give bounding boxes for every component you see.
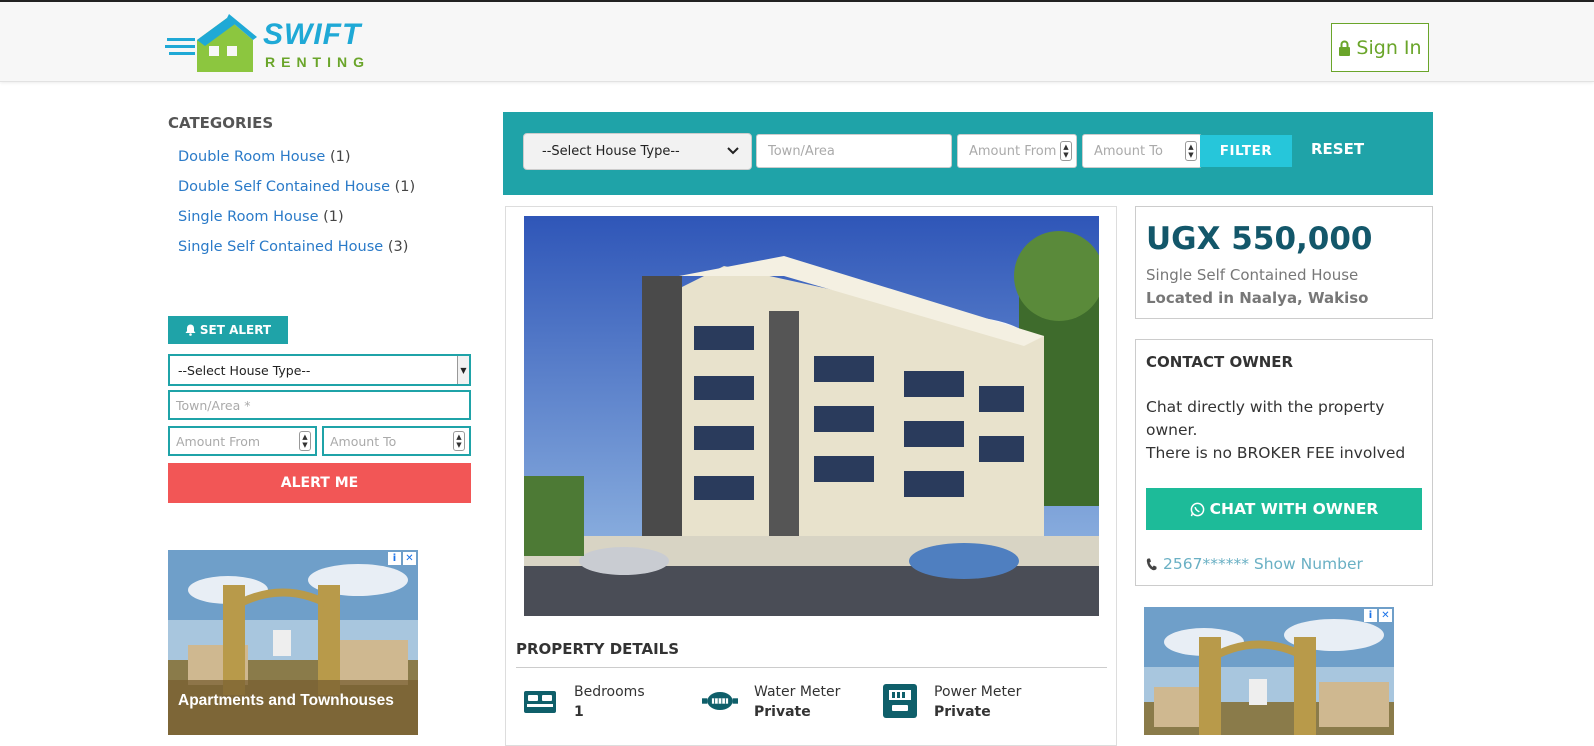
house-logo-icon	[165, 14, 257, 72]
amount-from-placeholder: Amount From	[969, 143, 1057, 159]
feature-bedrooms: Bedrooms 1	[522, 682, 645, 722]
category-item: Single Room House (1)	[178, 209, 415, 239]
logo-subtitle: RENTING	[265, 54, 370, 70]
alert-house-type-select[interactable]: --Select House Type-- ▼	[168, 354, 471, 386]
alert-amount-from-placeholder: Amount From	[176, 433, 261, 449]
filter-button[interactable]: FILTER	[1200, 135, 1292, 167]
chat-button-label: CHAT WITH OWNER	[1209, 500, 1379, 518]
water-meter-icon	[702, 682, 738, 720]
navbar: SWIFT RENTING Sign In	[0, 2, 1594, 82]
category-item: Double Room House (1)	[178, 149, 415, 179]
phone-icon	[1146, 558, 1157, 570]
filter-bar: --Select House Type-- Town/Area Amount F…	[503, 112, 1433, 195]
whatsapp-icon	[1190, 502, 1204, 516]
property-details-heading: PROPERTY DETAILS	[516, 640, 680, 658]
feature-value: Private	[934, 704, 991, 720]
alert-house-type-value: --Select House Type--	[178, 362, 311, 378]
advertisement-left[interactable]: Apartments and Townhouses i ✕	[168, 550, 418, 735]
price-card: UGX 550,000 Single Self Contained House …	[1135, 206, 1433, 319]
feature-value: 1	[574, 704, 584, 720]
feature-label: Power Meter	[934, 684, 1022, 700]
lock-icon	[1339, 40, 1351, 56]
ad-controls: i ✕	[1364, 609, 1392, 622]
amount-from-input[interactable]: Amount From ▲ ▼	[957, 134, 1077, 168]
category-link-single-self-contained[interactable]: Single Self Contained House	[178, 239, 383, 255]
ad-close-icon[interactable]: ✕	[403, 552, 416, 565]
number-spinner-icon[interactable]: ▲ ▼	[1060, 141, 1072, 161]
logo-wordmark: SWIFT	[263, 18, 362, 51]
feature-label: Bedrooms	[574, 684, 645, 700]
number-spinner-icon[interactable]: ▲ ▼	[453, 431, 465, 451]
sign-in-label: Sign In	[1356, 36, 1422, 59]
amount-to-input[interactable]: Amount To ▲ ▼	[1082, 134, 1202, 168]
category-link-double-room[interactable]: Double Room House	[178, 149, 325, 165]
chat-with-owner-button[interactable]: CHAT WITH OWNER	[1146, 488, 1422, 530]
ad-controls: i ✕	[388, 552, 416, 565]
contact-heading: CONTACT OWNER	[1146, 353, 1294, 371]
contact-description: Chat directly with the property owner. T…	[1146, 396, 1426, 465]
house-type-value: --Select House Type--	[542, 144, 680, 159]
phone-number-label: 2567****** Show Number	[1163, 555, 1363, 573]
ad-info-icon[interactable]: i	[388, 552, 401, 565]
property-image	[524, 216, 1099, 616]
category-item: Single Self Contained House (3)	[178, 239, 415, 269]
contact-owner-card: CONTACT OWNER Chat directly with the pro…	[1135, 339, 1433, 586]
contact-line-1: Chat directly with the property owner.	[1146, 398, 1385, 439]
feature-water-meter: Water Meter Private	[702, 682, 840, 722]
listing-type: Single Self Contained House	[1146, 266, 1359, 284]
alert-amount-to-input[interactable]: Amount To ▲ ▼	[322, 426, 471, 456]
category-count: (1)	[394, 179, 416, 195]
chevron-down-icon: ▼	[457, 356, 469, 384]
bell-icon	[185, 324, 196, 336]
ad-info-icon[interactable]: i	[1364, 609, 1377, 622]
town-area-input[interactable]: Town/Area	[756, 134, 952, 168]
feature-label: Water Meter	[754, 684, 841, 700]
power-meter-icon	[882, 682, 918, 720]
show-number-link[interactable]: 2567****** Show Number	[1146, 555, 1363, 573]
category-link-single-room[interactable]: Single Room House	[178, 209, 319, 225]
house-type-select[interactable]: --Select House Type--	[523, 133, 752, 170]
alert-town-input[interactable]: Town/Area *	[168, 390, 471, 420]
set-alert-label: SET ALERT	[199, 323, 272, 337]
reset-button[interactable]: RESET	[1311, 140, 1364, 158]
ad-image	[1144, 607, 1394, 735]
feature-value: Private	[754, 704, 811, 720]
site-logo[interactable]: SWIFT RENTING	[165, 10, 380, 76]
number-spinner-icon[interactable]: ▲ ▼	[1185, 141, 1197, 161]
property-photo[interactable]	[524, 216, 1099, 616]
alert-amount-from-input[interactable]: Amount From ▲ ▼	[168, 426, 317, 456]
ad-close-icon[interactable]: ✕	[1379, 609, 1392, 622]
listing-card: PROPERTY DETAILS Bedrooms 1 Water Meter …	[505, 206, 1117, 746]
contact-line-2: There is no BROKER FEE involved	[1146, 444, 1406, 462]
alert-amount-to-placeholder: Amount To	[330, 433, 397, 449]
listing-location: Located in Naalya, Wakiso	[1146, 289, 1369, 307]
chevron-down-icon	[727, 147, 739, 155]
categories-heading: CATEGORIES	[168, 114, 274, 132]
category-count: (3)	[387, 239, 409, 255]
listing-price: UGX 550,000	[1146, 221, 1373, 257]
sign-in-button[interactable]: Sign In	[1331, 23, 1429, 72]
category-count: (1)	[323, 209, 344, 225]
amount-to-placeholder: Amount To	[1094, 143, 1163, 159]
feature-power-meter: Power Meter Private	[882, 682, 1021, 722]
divider	[516, 667, 1107, 668]
category-count: (1)	[329, 149, 351, 165]
alert-me-button[interactable]: ALERT ME	[168, 463, 471, 503]
bed-icon	[522, 682, 558, 720]
category-link-double-self-contained[interactable]: Double Self Contained House	[178, 179, 390, 195]
advertisement-right[interactable]: i ✕	[1144, 607, 1394, 735]
category-item: Double Self Contained House (1)	[178, 179, 415, 209]
number-spinner-icon[interactable]: ▲ ▼	[299, 431, 311, 451]
categories-list: Double Room House (1) Double Self Contai…	[178, 149, 415, 269]
ad-caption: Apartments and Townhouses	[178, 692, 394, 709]
set-alert-header: SET ALERT	[168, 316, 288, 344]
